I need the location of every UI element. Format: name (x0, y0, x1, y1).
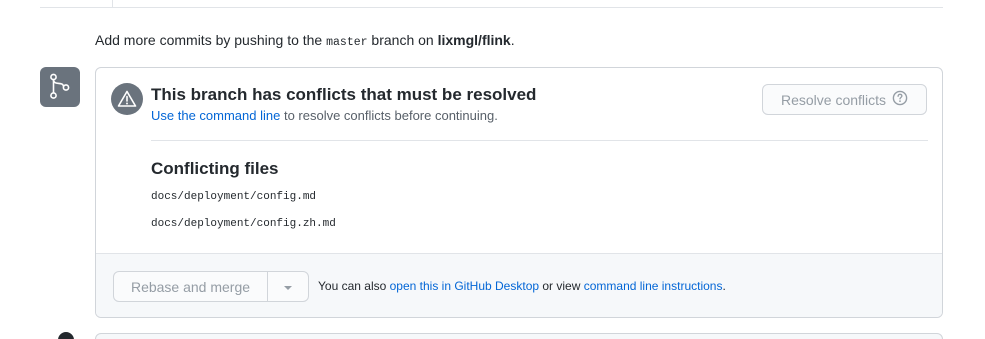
merge-help-prefix: You can also (318, 279, 390, 293)
merge-method-dropdown[interactable] (268, 272, 308, 301)
merge-help-suffix: . (722, 279, 726, 293)
avatar (58, 332, 74, 339)
merge-button-group: Rebase and merge (113, 271, 309, 302)
repo-name: lixmgl/flink (437, 32, 511, 48)
resolve-conflicts-button[interactable]: Resolve conflicts (762, 84, 927, 115)
github-desktop-link[interactable]: open this in GitHub Desktop (390, 279, 539, 293)
resolve-conflicts-label: Resolve conflicts (780, 91, 887, 108)
status-description: Use the command line to resolve conflict… (151, 108, 498, 123)
timeline-divider (112, 0, 113, 8)
conflicting-files-title: Conflicting files (151, 159, 279, 178)
next-timeline-box (95, 333, 943, 339)
push-hint: Add more commits by pushing to the maste… (95, 32, 515, 49)
rebase-and-merge-button[interactable]: Rebase and merge (114, 272, 268, 301)
alert-icon (111, 83, 143, 115)
conflicting-file: docs/deployment/config.md (151, 191, 317, 203)
hint-suffix: . (510, 32, 515, 48)
previous-timeline-box (40, 0, 943, 8)
merge-actions: Rebase and merge You can also open this … (96, 253, 942, 317)
status-desc-rest: to resolve conflicts before continuing. (280, 108, 498, 123)
merge-help-text: You can also open this in GitHub Desktop… (318, 279, 726, 293)
caret-down-icon (283, 278, 293, 296)
question-icon (892, 90, 908, 109)
hint-prefix: Add more commits by pushing to the (95, 32, 327, 48)
hint-middle: branch on (367, 32, 438, 48)
section-divider (151, 140, 928, 141)
branch-name: master (326, 36, 368, 49)
conflict-status: This branch has conflicts that must be r… (96, 68, 942, 141)
merge-status-panel: This branch has conflicts that must be r… (95, 67, 943, 318)
merge-help-middle: or view (539, 279, 584, 293)
status-title: This branch has conflicts that must be r… (151, 85, 537, 104)
command-line-instructions-link[interactable]: command line instructions (584, 279, 723, 293)
conflicting-file: docs/deployment/config.zh.md (151, 218, 336, 230)
command-line-link[interactable]: Use the command line (151, 108, 280, 123)
git-branch-icon (40, 67, 80, 107)
